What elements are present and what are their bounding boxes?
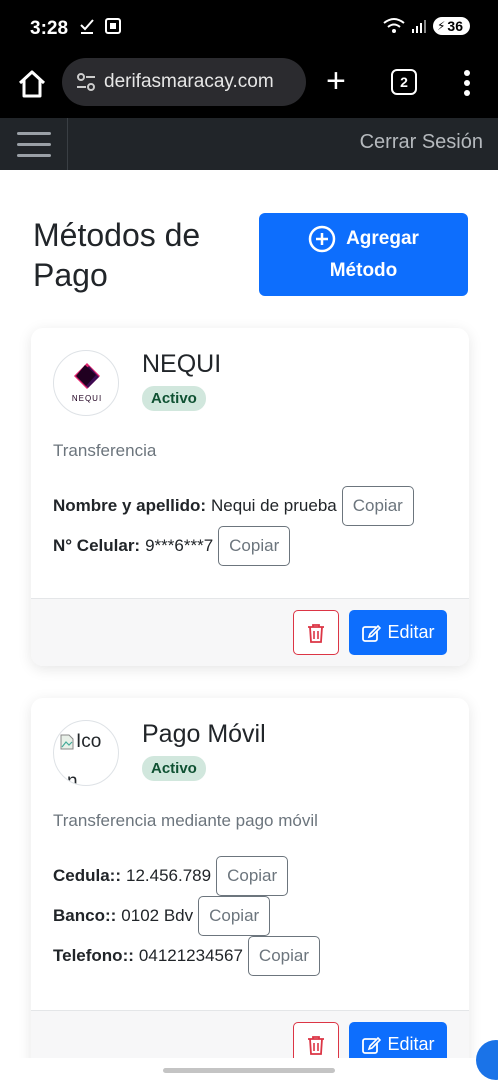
add-method-button[interactable]: Agregar Método bbox=[259, 213, 468, 296]
field-row-cedula: Cedula:: 12.456.789 Copiar bbox=[53, 856, 289, 896]
status-bar: 3:28 ⚡ 36 bbox=[0, 0, 498, 58]
image-placeholder-icon bbox=[60, 734, 74, 750]
screenshot-icon bbox=[105, 18, 121, 34]
field-row-banco: Banco:: 0102 Bdv Copiar bbox=[53, 896, 271, 936]
method-name: Pago Móvil bbox=[142, 720, 266, 748]
status-badge: Activo bbox=[142, 756, 206, 781]
field-label: Nombre y apellido: bbox=[53, 496, 207, 515]
status-right-icons: ⚡ 36 bbox=[383, 17, 470, 35]
edit-button[interactable]: Editar bbox=[349, 610, 447, 655]
delete-button[interactable] bbox=[293, 610, 339, 655]
method-logo: NEQUI bbox=[53, 350, 119, 416]
status-time: 3:28 bbox=[30, 18, 69, 39]
wifi-icon bbox=[383, 18, 405, 33]
field-value: 12.456.789 bbox=[126, 866, 212, 885]
status-left-icons bbox=[78, 17, 122, 35]
tab-switcher-button[interactable]: 2 bbox=[391, 69, 417, 95]
field-label: Telefono:: bbox=[53, 946, 134, 965]
page-title: Métodos de Pago bbox=[33, 215, 243, 295]
trash-icon bbox=[308, 1035, 324, 1055]
add-method-label-1: Agregar bbox=[346, 227, 419, 249]
url-text[interactable]: derifasmaracay.com bbox=[104, 71, 274, 93]
field-row-telefono: Telefono:: 04121234567 Copiar bbox=[53, 936, 321, 976]
edit-label: Editar bbox=[387, 622, 435, 642]
logo-alt-text: Ico bbox=[76, 731, 102, 752]
edit-icon bbox=[362, 624, 382, 642]
payment-method-card: NEQUI NEQUI Activo Transferencia Nombre … bbox=[31, 328, 469, 666]
method-type: Transferencia mediante pago móvil bbox=[53, 811, 318, 830]
broken-image-icon: Ico bbox=[60, 731, 101, 753]
field-label: N° Celular: bbox=[53, 536, 141, 555]
method-logo: Ico n bbox=[53, 720, 119, 786]
home-indicator[interactable] bbox=[163, 1068, 335, 1073]
signal-icon bbox=[411, 20, 426, 33]
nequi-logo-text: NEQUI bbox=[71, 394, 103, 403]
field-value: 9***6***7 bbox=[145, 536, 214, 555]
copy-button[interactable]: Copiar bbox=[341, 486, 414, 526]
method-name: NEQUI bbox=[142, 350, 222, 378]
method-type: Transferencia bbox=[53, 441, 157, 460]
card-footer: Editar bbox=[31, 598, 469, 666]
battery-icon: ⚡ 36 bbox=[432, 17, 470, 35]
field-row-nombre: Nombre y apellido: Nequi de prueba Copia… bbox=[53, 486, 414, 526]
field-row-celular: N° Celular: 9***6***7 Copiar bbox=[53, 526, 291, 566]
field-label: Banco:: bbox=[53, 906, 117, 925]
plus-circle-icon bbox=[308, 225, 336, 252]
hamburger-menu-icon[interactable] bbox=[0, 118, 68, 170]
home-icon[interactable] bbox=[16, 68, 48, 100]
check-download-icon bbox=[80, 19, 94, 34]
site-settings-icon[interactable] bbox=[76, 73, 96, 91]
logout-link[interactable]: Cerrar Sesión bbox=[360, 131, 483, 154]
site-navbar: Cerrar Sesión bbox=[0, 118, 498, 170]
edit-label: Editar bbox=[387, 1034, 435, 1054]
logo-alt-text-cut: n bbox=[67, 771, 78, 786]
page-title-line1: Métodos de bbox=[33, 217, 201, 253]
status-badge: Activo bbox=[142, 386, 206, 411]
browser-toolbar: derifasmaracay.com + 2 bbox=[0, 58, 498, 118]
copy-button[interactable]: Copiar bbox=[216, 856, 289, 896]
more-menu-icon[interactable] bbox=[455, 68, 479, 98]
battery-level: 36 bbox=[447, 18, 463, 34]
new-tab-icon[interactable]: + bbox=[326, 64, 346, 98]
trash-icon bbox=[308, 623, 324, 643]
page-title-line2: Pago bbox=[33, 257, 108, 293]
edit-icon bbox=[362, 1036, 382, 1054]
field-value: 0102 Bdv bbox=[121, 906, 194, 925]
copy-button[interactable]: Copiar bbox=[218, 526, 291, 566]
field-value: Nequi de prueba bbox=[211, 496, 337, 515]
field-label: Cedula:: bbox=[53, 866, 121, 885]
copy-button[interactable]: Copiar bbox=[198, 896, 271, 936]
field-value: 04121234567 bbox=[138, 946, 243, 965]
nequi-logo-icon bbox=[74, 363, 100, 389]
payment-method-card: Ico n Pago Móvil Activo Transferencia me… bbox=[31, 698, 469, 1078]
add-method-label-2: Método bbox=[329, 259, 398, 281]
url-bar[interactable]: derifasmaracay.com bbox=[62, 58, 306, 106]
copy-button[interactable]: Copiar bbox=[247, 936, 321, 976]
